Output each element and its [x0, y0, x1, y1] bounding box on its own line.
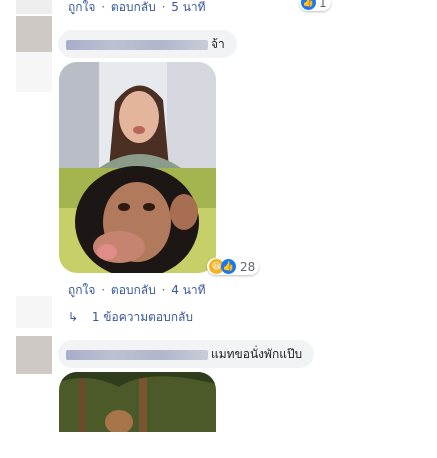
reaction-summary[interactable]: 👍 1: [299, 0, 331, 11]
like-link[interactable]: ถูกใจ: [68, 281, 95, 300]
author-name-redacted[interactable]: [66, 39, 208, 50]
avatar[interactable]: [16, 336, 52, 374]
avatar[interactable]: [16, 0, 52, 14]
woman-and-chimpanzee-photo: [59, 62, 216, 273]
reply-link[interactable]: ตอบกลับ: [111, 0, 156, 17]
replies-count: 1 ข้อความตอบกลับ: [91, 310, 193, 324]
timestamp[interactable]: 5 นาที: [171, 0, 205, 17]
comment-image[interactable]: [59, 62, 216, 273]
avatar[interactable]: [16, 16, 52, 52]
reaction-summary[interactable]: 😆 👍 28: [207, 258, 260, 275]
like-link[interactable]: ถูกใจ: [68, 0, 95, 17]
reply-arrow-icon: ↳: [68, 310, 79, 324]
comment-text: จ้า: [211, 37, 225, 51]
separator: ·: [161, 283, 166, 297]
view-replies-link[interactable]: ↳ 1 ข้อความตอบกลับ: [68, 308, 193, 327]
like-reaction-icon: 👍: [221, 259, 236, 274]
separator: ·: [101, 283, 106, 297]
reply-link[interactable]: ตอบกลับ: [111, 281, 156, 300]
jungle-photo: [59, 372, 216, 432]
comment-meta: ถูกใจ · ตอบกลับ · 4 นาที: [68, 281, 206, 300]
separator: ·: [161, 0, 166, 14]
separator: ·: [101, 0, 106, 14]
timestamp[interactable]: 4 นาที: [171, 281, 205, 300]
comment-text: แมทขอนั่งพักแป๊บ: [211, 347, 303, 361]
reaction-count: 1: [319, 0, 327, 10]
reaction-count: 28: [240, 259, 256, 274]
comment-meta: ถูกใจ · ตอบกลับ · 5 นาที: [68, 0, 206, 17]
like-reaction-icon: 👍: [301, 0, 316, 10]
avatar-shadow: [16, 52, 52, 92]
comment-bubble[interactable]: แมทขอนั่งพักแป๊บ: [58, 340, 315, 368]
comment-bubble[interactable]: จ้า: [58, 30, 237, 58]
author-name-redacted[interactable]: [66, 349, 208, 360]
reply-thread-line: [16, 296, 52, 328]
comment-image[interactable]: [59, 372, 216, 432]
